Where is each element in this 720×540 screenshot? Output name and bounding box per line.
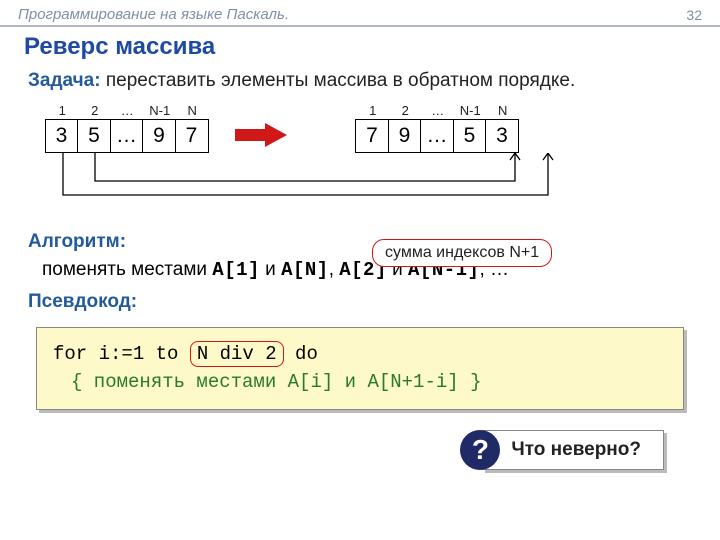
cell: 7 bbox=[175, 119, 209, 153]
task-body: переставить элементы массива в обратном … bbox=[101, 70, 576, 91]
cell: 5 bbox=[77, 119, 111, 153]
slide-title: Реверс массива bbox=[0, 31, 720, 69]
connector-lines bbox=[46, 153, 606, 209]
boxed-expr: N div 2 bbox=[190, 341, 284, 367]
arrow-icon bbox=[235, 123, 287, 147]
slide: Программирование на языке Паскаль. 32 Ре… bbox=[0, 0, 720, 540]
code-line-2: { поменять местами A[i] и A[N+1-i] } bbox=[71, 368, 667, 397]
idx: … bbox=[121, 103, 134, 119]
array-left: 13 25 …… N-19 N7 bbox=[46, 103, 209, 153]
expr: A[N] bbox=[281, 259, 329, 281]
callout-bubble: сумма индексов N+1 bbox=[372, 239, 552, 267]
idx: 1 bbox=[369, 103, 376, 119]
array-right: 17 29 …… N-15 N3 bbox=[357, 103, 520, 153]
code-line-1: for i:=1 to N div 2 do bbox=[53, 340, 667, 369]
header-title: Программирование на языке Паскаль. bbox=[18, 6, 289, 23]
cell: 5 bbox=[453, 119, 487, 153]
idx: 2 bbox=[402, 103, 409, 119]
cell: 3 bbox=[45, 119, 79, 153]
cell: 3 bbox=[485, 119, 519, 153]
task-label: Задача: bbox=[28, 70, 101, 91]
cell: 7 bbox=[355, 119, 389, 153]
arrays-diagram: 13 25 …… N-19 N7 17 29 …… N-15 N3 bbox=[28, 103, 692, 173]
cell: … bbox=[110, 119, 144, 153]
idx: N bbox=[498, 103, 507, 119]
idx: N bbox=[188, 103, 197, 119]
cell: 9 bbox=[142, 119, 176, 153]
algorithm-label: Алгоритм: bbox=[28, 231, 692, 253]
code-block: for i:=1 to N div 2 do { поменять местам… bbox=[36, 327, 684, 410]
pseudocode-label: Псевдокод: bbox=[28, 291, 692, 313]
cell: … bbox=[420, 119, 454, 153]
content: Задача: переставить элементы массива в о… bbox=[0, 69, 720, 470]
idx: N-1 bbox=[460, 103, 481, 119]
cell: 9 bbox=[388, 119, 422, 153]
idx: 2 bbox=[91, 103, 98, 119]
header: Программирование на языке Паскаль. 32 bbox=[0, 0, 720, 25]
task-text: Задача: переставить элементы массива в о… bbox=[28, 69, 692, 93]
divider bbox=[0, 25, 720, 27]
question-row: ? Что неверно? bbox=[28, 430, 664, 470]
swap-line: поменять местами A[1] и A[N], A[2] и A[N… bbox=[42, 259, 692, 281]
swap-text: поменять местами bbox=[42, 259, 212, 280]
expr: A[1] bbox=[212, 259, 260, 281]
algo-label: Алгоритм: bbox=[28, 231, 126, 252]
idx: … bbox=[431, 103, 444, 119]
page-number: 32 bbox=[686, 7, 702, 23]
question-mark-icon: ? bbox=[460, 430, 500, 470]
idx: 1 bbox=[59, 103, 66, 119]
question-box: Что неверно? bbox=[482, 430, 664, 470]
idx: N-1 bbox=[149, 103, 170, 119]
